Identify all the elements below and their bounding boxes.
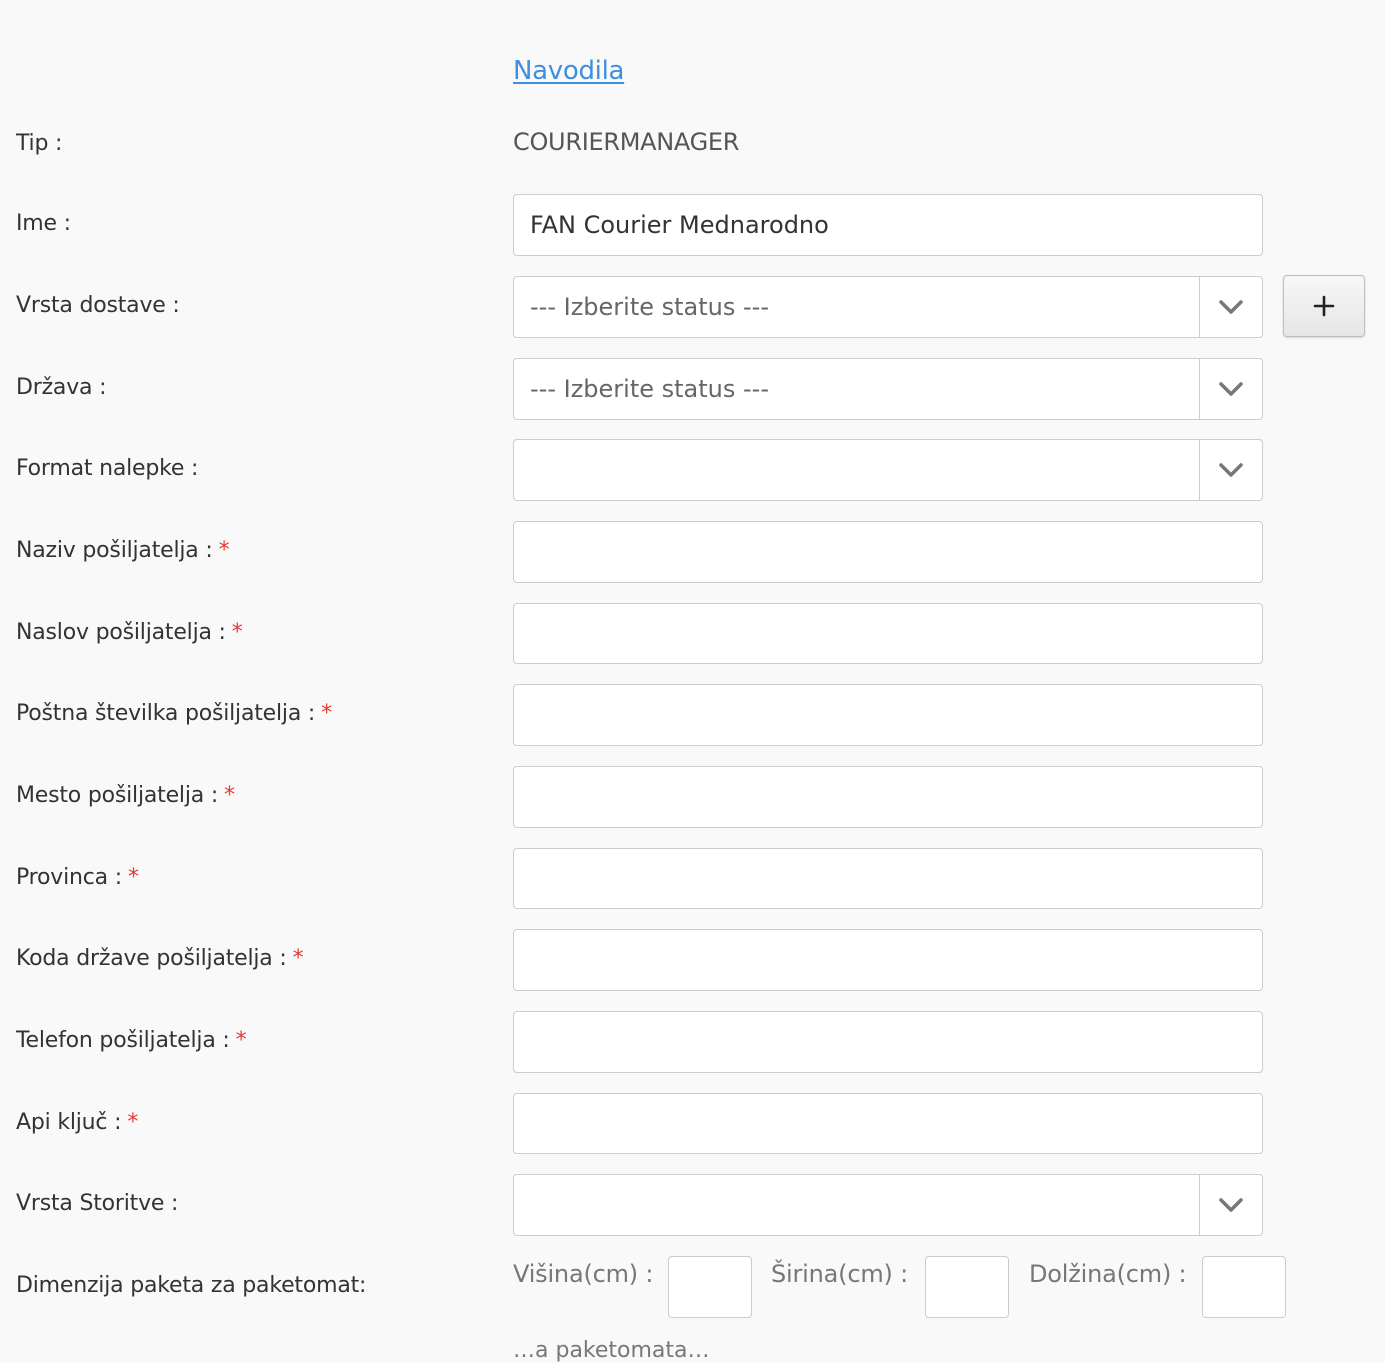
ime-input[interactable] <box>513 194 1263 256</box>
postna-stevilka-input[interactable] <box>513 684 1263 746</box>
api-kljuc-label: Api ključ : * <box>16 1110 139 1135</box>
instructions-link[interactable]: Navodila <box>513 56 624 86</box>
mesto-posiljatelja-input[interactable] <box>513 766 1263 828</box>
required-marker: * <box>127 865 139 890</box>
telefon-posiljatelja-input[interactable] <box>513 1011 1263 1073</box>
required-marker: * <box>321 701 332 726</box>
provinca-label: Provinca : * <box>16 865 139 890</box>
naslov-posiljatelja-label: Naslov pošiljatelja : * <box>16 620 243 645</box>
koda-drzave-input[interactable] <box>513 929 1263 991</box>
postna-stevilka-label: Poštna številka pošiljatelja : * <box>16 701 332 726</box>
vrsta-storitve-toggle[interactable] <box>1199 1175 1262 1235</box>
sirina-input[interactable] <box>925 1256 1009 1318</box>
sirina-label: Širina(cm) : <box>771 1260 908 1288</box>
visina-label: Višina(cm) : <box>513 1260 654 1288</box>
naslov-posiljatelja-input[interactable] <box>513 603 1263 664</box>
vrsta-dostave-toggle[interactable] <box>1199 277 1262 337</box>
provinca-input[interactable] <box>513 848 1263 909</box>
add-delivery-type-button[interactable] <box>1283 275 1365 337</box>
vrsta-dostave-selected: --- Izberite status --- <box>530 293 769 321</box>
plus-icon <box>1313 295 1335 317</box>
vrsta-dostave-label: Vrsta dostave : <box>16 293 180 318</box>
naziv-posiljatelja-label: Naziv pošiljatelja : * <box>16 538 230 563</box>
drzava-toggle[interactable] <box>1199 359 1262 419</box>
dolzina-input[interactable] <box>1202 1256 1286 1318</box>
format-nalepke-toggle[interactable] <box>1199 440 1262 500</box>
required-marker: * <box>218 538 230 563</box>
chevron-down-icon <box>1219 463 1243 477</box>
required-marker: * <box>235 1028 247 1053</box>
api-kljuc-input[interactable] <box>513 1093 1263 1154</box>
format-nalepke-select[interactable] <box>513 439 1263 501</box>
chevron-down-icon <box>1219 300 1243 314</box>
tip-label: Tip : <box>16 131 63 156</box>
vrsta-storitve-label: Vrsta Storitve : <box>16 1191 179 1216</box>
required-marker: * <box>292 946 304 971</box>
required-marker: * <box>231 620 243 645</box>
drzava-label: Država : <box>16 375 107 400</box>
dimenzija-label: Dimenzija paketa za paketomat: <box>16 1273 367 1298</box>
ime-label: Ime : <box>16 211 71 236</box>
vrsta-dostave-select[interactable]: --- Izberite status --- <box>513 276 1263 338</box>
format-nalepke-label: Format nalepke : <box>16 456 199 481</box>
telefon-posiljatelja-label: Telefon pošiljatelja : * <box>16 1028 247 1053</box>
mesto-posiljatelja-label: Mesto pošiljatelja : * <box>16 783 235 808</box>
required-marker: * <box>224 783 235 808</box>
naziv-posiljatelja-input[interactable] <box>513 521 1263 583</box>
chevron-down-icon <box>1219 382 1243 396</box>
tip-value: COURIERMANAGER <box>513 128 740 156</box>
truncated-text: …a paketomata… <box>513 1338 710 1363</box>
dolzina-label: Dolžina(cm) : <box>1029 1260 1187 1288</box>
visina-input[interactable] <box>668 1256 752 1318</box>
vrsta-storitve-select[interactable] <box>513 1174 1263 1236</box>
koda-drzave-label: Koda države pošiljatelja : * <box>16 946 304 971</box>
drzava-selected: --- Izberite status --- <box>530 375 769 403</box>
drzava-select[interactable]: --- Izberite status --- <box>513 358 1263 420</box>
chevron-down-icon <box>1219 1198 1243 1212</box>
required-marker: * <box>127 1110 139 1135</box>
